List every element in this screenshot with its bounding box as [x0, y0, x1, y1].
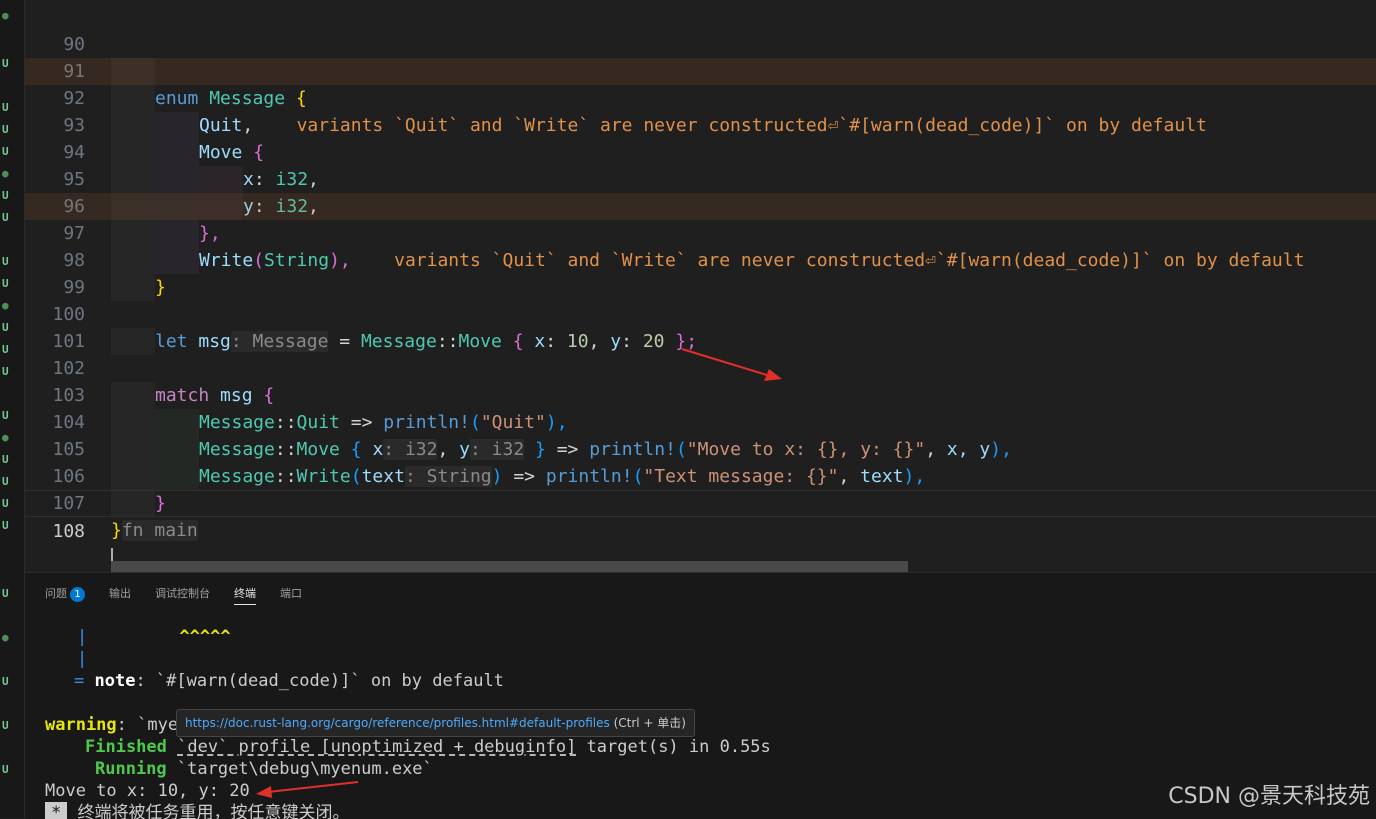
annotation-arrows: [256, 348, 782, 798]
arrow-icon: [256, 781, 359, 798]
arrow-icon: [681, 348, 782, 381]
watermark: CSDN @景天科技苑: [1168, 784, 1370, 809]
